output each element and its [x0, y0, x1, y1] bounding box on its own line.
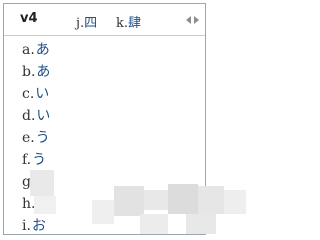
- list-item[interactable]: e.う: [22, 130, 50, 146]
- list-item[interactable]: c.い: [22, 86, 49, 102]
- candidate-key: j.: [76, 16, 85, 31]
- candidate-glyph: 四: [84, 16, 98, 31]
- mosaic-block: [114, 186, 144, 216]
- candidate-key: k.: [116, 16, 129, 31]
- candidate-glyph: 肆: [128, 16, 142, 31]
- candidate-glyph: お: [31, 218, 46, 234]
- list-item[interactable]: b.あ: [22, 64, 50, 80]
- candidate-key: c.: [22, 86, 35, 102]
- list-item[interactable]: d.い: [22, 108, 50, 124]
- candidate-glyph: あ: [35, 42, 50, 58]
- top-candidate-j[interactable]: j.四: [76, 12, 97, 31]
- triangle-left-icon[interactable]: [186, 16, 191, 24]
- composition-bar: v4 j.四 k.肆: [4, 4, 205, 36]
- mosaic-block: [198, 186, 224, 214]
- candidate-glyph: い: [35, 86, 50, 102]
- candidate-key: b.: [22, 64, 36, 80]
- mosaic-block: [34, 196, 56, 214]
- mosaic-block: [144, 190, 168, 210]
- candidate-key: a.: [22, 42, 35, 58]
- mosaic-block: [140, 214, 168, 234]
- composition-text: v4: [20, 11, 38, 26]
- mosaic-block: [30, 170, 54, 196]
- mosaic-block: [168, 184, 198, 214]
- candidate-key: f.: [22, 152, 32, 168]
- mosaic-block: [224, 190, 246, 214]
- candidate-key: e.: [22, 130, 35, 146]
- triangle-right-icon[interactable]: [194, 16, 199, 24]
- page-arrows: [186, 14, 199, 26]
- mosaic-block: [186, 214, 216, 234]
- candidate-glyph: あ: [36, 64, 51, 80]
- candidate-glyph: う: [32, 152, 47, 168]
- list-item[interactable]: f.う: [22, 152, 46, 168]
- candidate-glyph: い: [36, 108, 51, 124]
- top-candidate-k[interactable]: k.肆: [116, 12, 141, 31]
- list-item[interactable]: a.あ: [22, 42, 50, 58]
- list-item[interactable]: i.お: [22, 218, 46, 234]
- mosaic-block: [92, 200, 114, 224]
- candidate-key: i.: [22, 218, 31, 234]
- candidate-key: d.: [22, 108, 36, 124]
- candidate-glyph: う: [35, 130, 50, 146]
